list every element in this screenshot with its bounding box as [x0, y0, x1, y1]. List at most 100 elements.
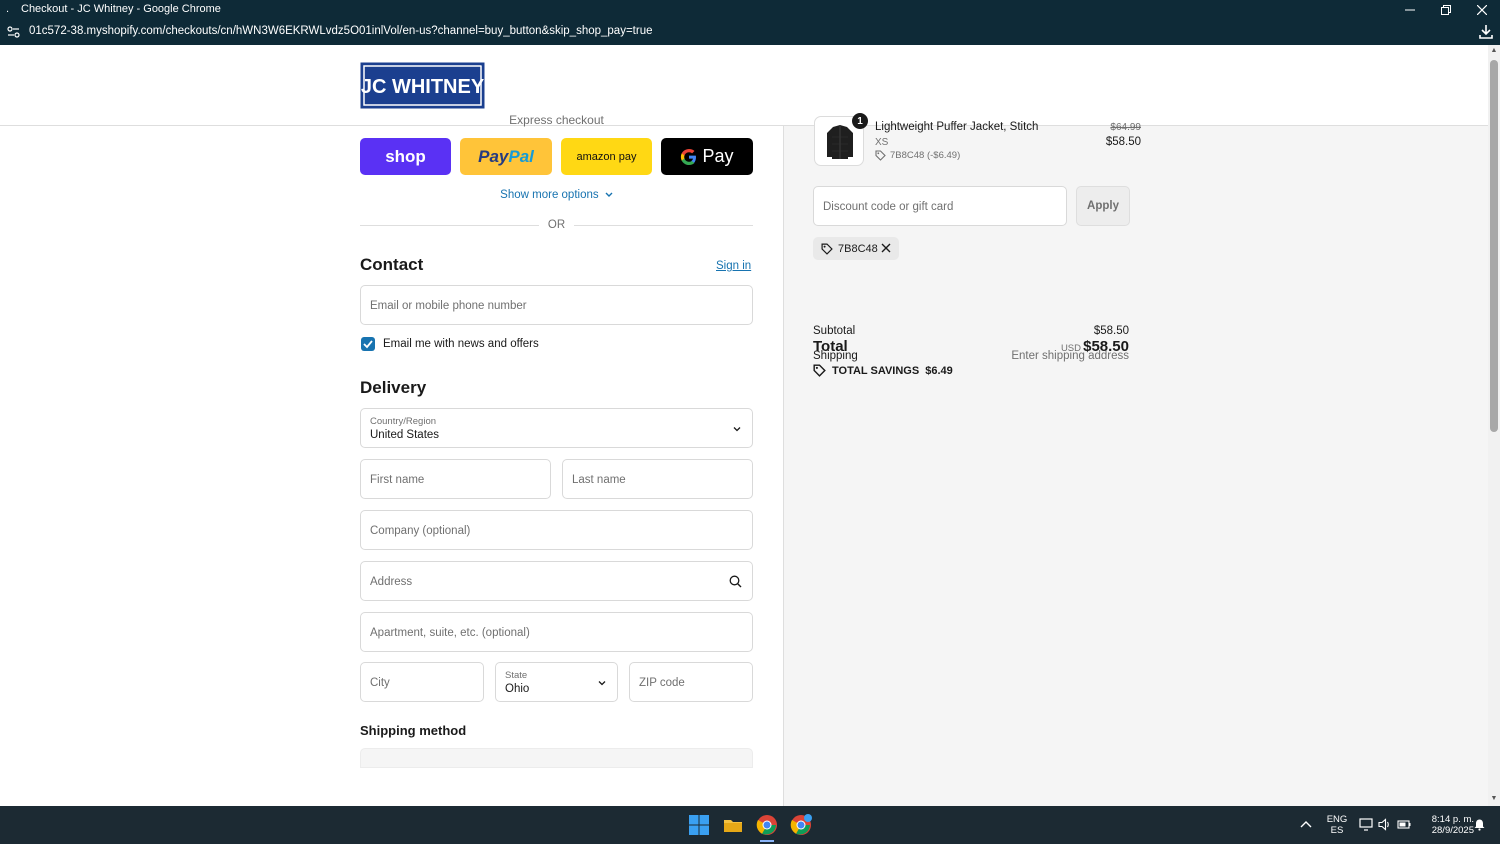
scroll-down-arrow-icon[interactable]: ▼: [1489, 795, 1499, 805]
applied-discount-chip: 7B8C48: [813, 237, 899, 260]
delivery-heading: Delivery: [360, 378, 427, 397]
download-icon[interactable]: [1478, 23, 1494, 41]
tag-icon: [821, 242, 833, 255]
scrollbar-thumb[interactable]: [1490, 60, 1498, 432]
paypal-label-pal: Pal: [508, 146, 534, 166]
contact-heading: Contact: [360, 255, 424, 274]
google-pay-label: Pay: [702, 146, 734, 166]
chevron-down-icon: [733, 427, 741, 432]
savings-value: $6.49: [925, 364, 953, 377]
windows-start-icon[interactable]: [688, 814, 710, 836]
active-app-indicator: [760, 840, 774, 842]
shipping-method-box: [360, 748, 753, 768]
country-select[interactable]: Country/Region United States: [360, 408, 753, 448]
shipping-method-heading: Shipping method: [360, 723, 467, 738]
show-more-options-link[interactable]: Show more options: [360, 189, 753, 201]
google-pay-button[interactable]: Pay: [661, 138, 753, 175]
chevron-down-icon: [605, 192, 613, 197]
apartment-field[interactable]: Apartment, suite, etc. (optional): [360, 612, 753, 652]
apartment-placeholder: Apartment, suite, etc. (optional): [370, 627, 530, 639]
newsletter-checkbox[interactable]: [361, 337, 375, 351]
chrome-icon[interactable]: [756, 814, 778, 836]
chevron-up-icon[interactable]: [1300, 820, 1312, 828]
restore-button[interactable]: [1428, 0, 1464, 20]
notification-bell-icon[interactable]: [1473, 818, 1486, 831]
chevron-down-icon: [598, 681, 606, 686]
applied-discount-code: 7B8C48: [838, 242, 878, 255]
file-explorer-icon[interactable]: [722, 814, 744, 836]
shop-pay-button[interactable]: shop: [360, 138, 451, 175]
search-icon: [729, 575, 742, 588]
subtotal-value: $58.50: [1093, 325, 1129, 337]
amazon-pay-label: amazon pay: [576, 150, 637, 163]
url-text[interactable]: 01c572-38.myshopify.com/checkouts/cn/hWN…: [29, 25, 653, 37]
product-discount: 7B8C48 (-$6.49): [875, 150, 960, 161]
tag-icon: [875, 150, 886, 161]
close-window-button[interactable]: [1464, 0, 1500, 20]
savings-label: TOTAL SAVINGS: [832, 364, 920, 377]
language-indicator[interactable]: ENG ES: [1324, 814, 1350, 836]
network-icon[interactable]: [1359, 818, 1373, 831]
or-divider-text: OR: [547, 219, 566, 231]
original-price: $64.99: [1110, 122, 1141, 133]
window-menu-dot[interactable]: .: [6, 3, 9, 15]
company-field[interactable]: Company (optional): [360, 510, 753, 550]
state-select[interactable]: State Ohio: [495, 662, 618, 702]
amazon-pay-button[interactable]: amazon pay: [561, 138, 652, 175]
address-bar[interactable]: 01c572-38.myshopify.com/checkouts/cn/hWN…: [0, 20, 1500, 45]
chrome-profile-icon[interactable]: [790, 814, 812, 836]
remove-discount-icon[interactable]: [880, 242, 892, 254]
city-placeholder: City: [370, 677, 390, 689]
google-g-icon: [681, 148, 697, 165]
minimize-button[interactable]: [1392, 0, 1428, 20]
windows-taskbar: ENG ES 8:14 p. m. 28/9/2025: [0, 806, 1500, 844]
paypal-label-pay: Pay: [478, 146, 509, 166]
clock[interactable]: 8:14 p. m. 28/9/2025: [1418, 814, 1474, 836]
discount-code-placeholder: Discount code or gift card: [823, 201, 954, 213]
order-summary-pane: [783, 126, 1488, 806]
site-settings-icon[interactable]: [7, 25, 20, 39]
country-value: United States: [370, 429, 440, 441]
subtotal-label: Subtotal: [813, 325, 856, 337]
total-value: $58.50: [1083, 338, 1129, 355]
product-name: Lightweight Puffer Jacket, Stitch: [875, 121, 1039, 133]
email-placeholder: Email or mobile phone number: [370, 300, 527, 312]
zip-field[interactable]: ZIP code: [629, 662, 753, 702]
last-name-field[interactable]: Last name: [562, 459, 753, 499]
language-primary: ENG: [1326, 814, 1348, 825]
last-name-placeholder: Last name: [572, 474, 626, 486]
currency-code: USD: [1060, 343, 1081, 354]
language-secondary: ES: [1330, 825, 1344, 836]
tag-icon: [813, 364, 826, 377]
window-titlebar: . Checkout - JC Whitney - Google Chrome: [0, 0, 1500, 20]
paypal-button[interactable]: Pay Pal: [460, 138, 552, 175]
jc-whitney-logo[interactable]: JC WHITNEY: [360, 62, 485, 109]
checkmark-icon: [363, 340, 373, 349]
shop-pay-label: shop: [385, 146, 426, 166]
discounted-price: $58.50: [1105, 136, 1141, 148]
discount-code-field[interactable]: Discount code or gift card: [813, 186, 1067, 226]
minimize-icon: [1405, 9, 1415, 11]
volume-icon[interactable]: [1378, 818, 1392, 831]
first-name-field[interactable]: First name: [360, 459, 551, 499]
company-placeholder: Company (optional): [370, 525, 471, 537]
total-savings: TOTAL SAVINGS $6.49: [813, 364, 953, 377]
sign-in-link[interactable]: Sign in: [716, 260, 751, 272]
show-more-options-label: Show more options: [500, 189, 599, 201]
clock-time: 8:14 p. m.: [1431, 814, 1474, 825]
apply-label: Apply: [1087, 200, 1119, 212]
state-label: State: [505, 670, 528, 681]
subtotal-row: Subtotal $58.50: [813, 325, 1129, 337]
newsletter-label[interactable]: Email me with news and offers: [383, 338, 539, 350]
scroll-up-arrow-icon[interactable]: ▲: [1489, 47, 1499, 57]
address-placeholder: Address: [370, 576, 413, 588]
address-field[interactable]: Address: [360, 561, 753, 601]
apply-discount-button[interactable]: Apply: [1076, 186, 1130, 226]
email-field[interactable]: Email or mobile phone number: [360, 285, 753, 325]
window-title: Checkout - JC Whitney - Google Chrome: [21, 3, 221, 15]
express-checkout-title: Express checkout: [509, 113, 604, 127]
battery-icon[interactable]: [1397, 819, 1411, 830]
close-icon: [1477, 5, 1487, 15]
state-value: Ohio: [505, 683, 530, 695]
city-field[interactable]: City: [360, 662, 484, 702]
